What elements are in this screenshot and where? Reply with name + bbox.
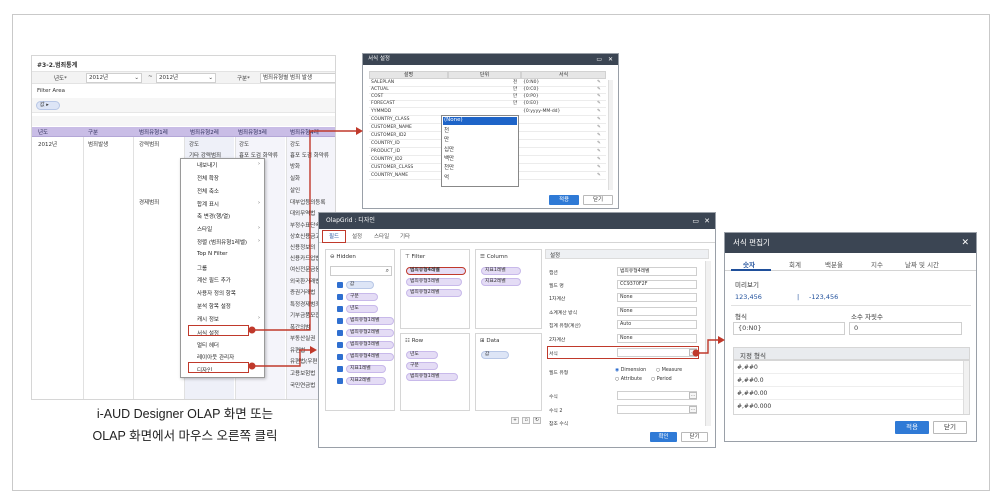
arrowhead-icon	[718, 336, 725, 344]
arrow-format-to-editor	[696, 339, 718, 354]
caption-line-1: i-AUD Designer OLAP 화면 또는	[96, 407, 274, 421]
arrowhead-icon	[356, 127, 363, 135]
connector-dot	[248, 326, 256, 334]
arrow-format-settings-to-dialog	[252, 130, 356, 331]
connector-dot	[248, 362, 256, 370]
caption-line-2: OLAP 화면에서 마우스 오른쪽 클릭	[92, 429, 278, 443]
arrowhead-icon	[310, 346, 317, 354]
figure-caption: i-AUD Designer OLAP 화면 또는 OLAP 화면에서 마우스 …	[70, 403, 300, 447]
connector-dot	[692, 349, 700, 357]
arrow-design-to-designer	[252, 349, 310, 367]
